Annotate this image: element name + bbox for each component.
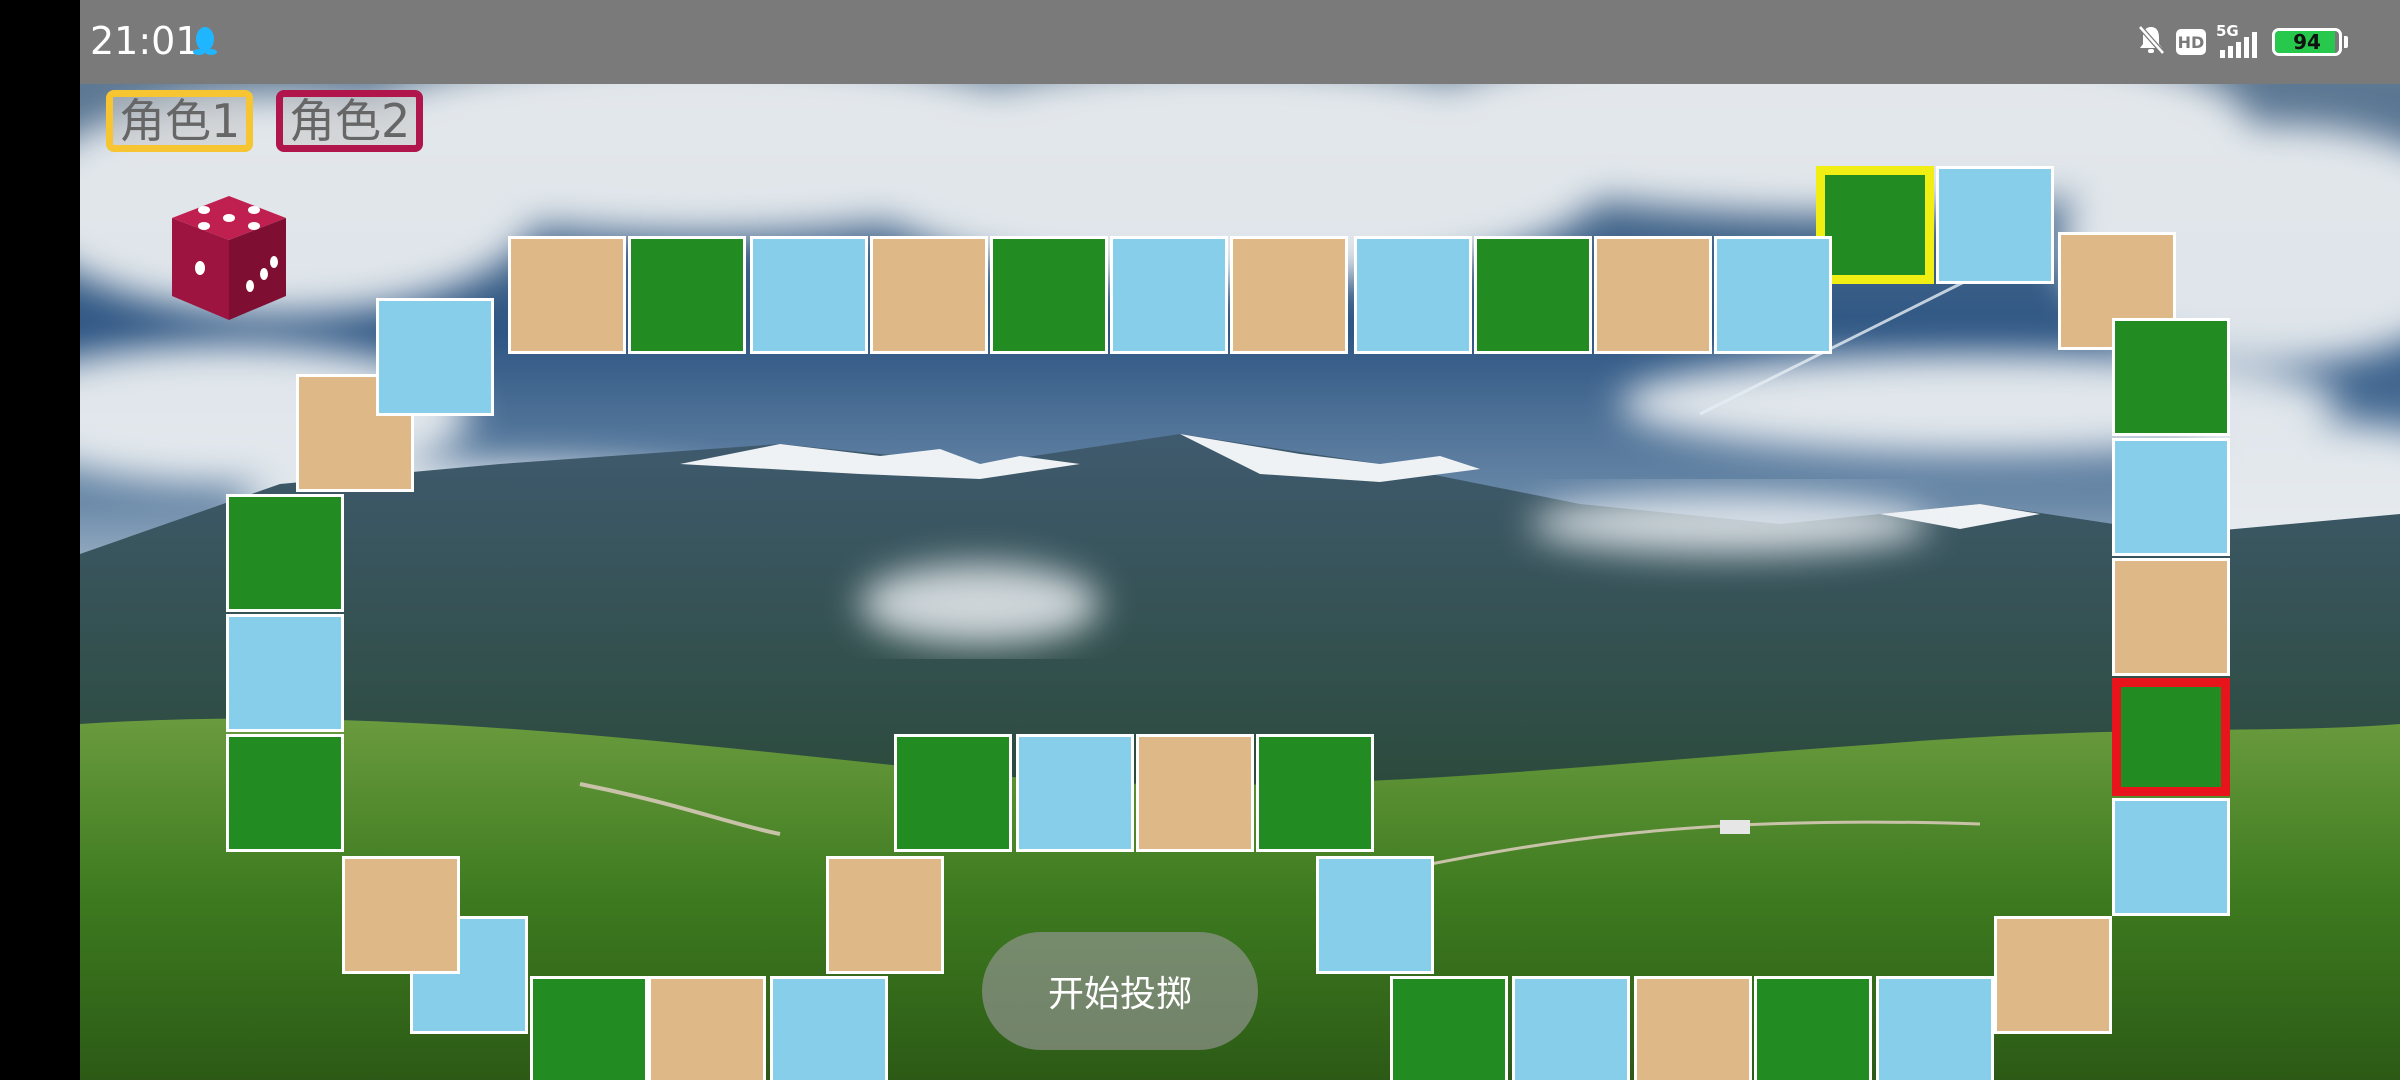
board-tile — [894, 734, 1012, 852]
board-tile — [648, 976, 766, 1080]
board-tile — [1936, 166, 2054, 284]
board-tile-player-2 — [2112, 678, 2230, 796]
board-tile — [870, 236, 988, 354]
board-tile — [530, 976, 648, 1080]
screen-edge — [0, 0, 80, 1080]
board-tile — [2112, 438, 2230, 556]
board-tile — [1994, 916, 2112, 1034]
board-tile — [2112, 798, 2230, 916]
status-icons: HD 5G 94 — [2136, 22, 2348, 62]
board-tile — [1714, 236, 1832, 354]
board-tile — [1594, 236, 1712, 354]
qq-icon — [192, 26, 218, 60]
board-tile — [990, 236, 1108, 354]
board-tile-player-1 — [1816, 166, 1934, 284]
battery-level: 94 — [2293, 30, 2321, 54]
board-tile — [2112, 558, 2230, 676]
board-tile — [1354, 236, 1472, 354]
battery-icon: 94 — [2272, 28, 2348, 56]
signal-icon: 5G — [2216, 22, 2262, 60]
status-time: 21:01 — [90, 19, 200, 63]
status-bar: 21:01 HD 5G 94 — [80, 0, 2400, 84]
board-tile — [1390, 976, 1508, 1080]
board-tile — [1256, 734, 1374, 852]
board-tile — [750, 236, 868, 354]
mute-bell-icon — [2136, 24, 2166, 60]
board-tile — [1634, 976, 1752, 1080]
board-tile — [1230, 236, 1348, 354]
board-tile — [508, 236, 626, 354]
board-tile — [376, 298, 494, 416]
board-tile — [342, 856, 460, 974]
board-tile — [1016, 734, 1134, 852]
board-tile — [226, 494, 344, 612]
board-tile — [628, 236, 746, 354]
board-tile — [826, 856, 944, 974]
board-tile — [770, 976, 888, 1080]
hd-badge: HD — [2176, 29, 2206, 55]
board-tile — [226, 734, 344, 852]
game-area: 角色1 角色2 开始投掷 — [80, 84, 2400, 1080]
board-tile — [1474, 236, 1592, 354]
board-tile — [1876, 976, 1994, 1080]
board-tile — [1110, 236, 1228, 354]
board-tile — [2112, 318, 2230, 436]
start-roll-button[interactable]: 开始投掷 — [982, 932, 1258, 1050]
board-tile — [1512, 976, 1630, 1080]
player-1-tag[interactable]: 角色1 — [106, 90, 254, 152]
board-tile — [1754, 976, 1872, 1080]
player-2-tag[interactable]: 角色2 — [276, 90, 424, 152]
board-tile — [226, 614, 344, 732]
dice-icon[interactable] — [164, 188, 294, 328]
board-tile — [1316, 856, 1434, 974]
board-tile — [1136, 734, 1254, 852]
